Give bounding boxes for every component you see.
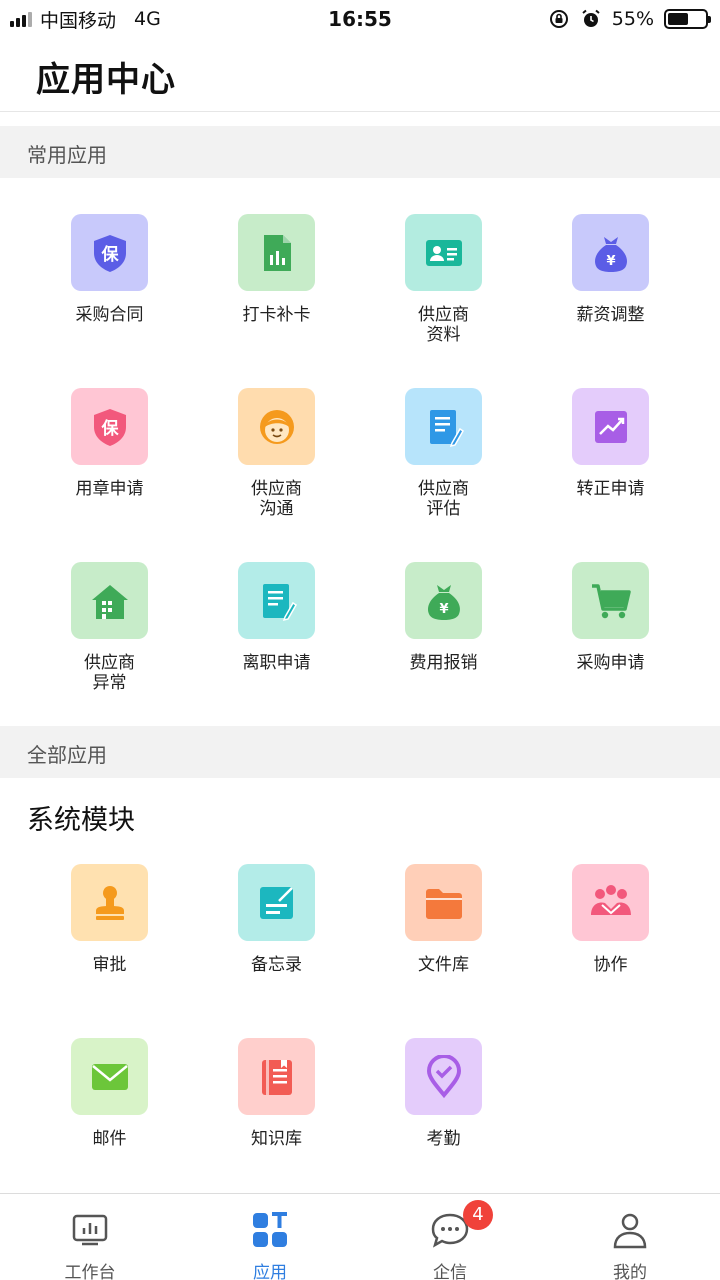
shield-bao-icon: 保: [71, 388, 148, 465]
mail-icon: [71, 1038, 148, 1115]
signal-icon: [10, 11, 32, 27]
app-tile[interactable]: 供应商 资料: [360, 178, 527, 352]
app-tile-label: 供应商 资料: [418, 305, 469, 345]
app-tile[interactable]: 协作: [527, 828, 694, 1002]
app-tile[interactable]: 知识库: [193, 1002, 360, 1176]
tab-label: 企信: [433, 1263, 467, 1280]
knowledge-book-icon: [238, 1038, 315, 1115]
money-bag-icon: ¥: [572, 214, 649, 291]
status-left: 中国移动 4G: [10, 0, 161, 38]
app-tile[interactable]: 保用章申请: [26, 352, 193, 526]
system-apps-grid: 审批 备忘录 文件库 协作邮件 知识库 考勤: [26, 828, 694, 1176]
svg-text:¥: ¥: [606, 254, 615, 269]
page-title: 应用中心: [36, 60, 176, 100]
battery-level: [668, 13, 688, 25]
network-type: 4G: [134, 8, 161, 30]
carrier-name: 中国移动: [40, 9, 117, 32]
app-tile[interactable]: 考勤: [360, 1002, 527, 1176]
building-icon: [71, 562, 148, 639]
app-tile-label: 文件库: [418, 955, 469, 975]
app-tile[interactable]: 供应商 评估: [360, 352, 527, 526]
money-bag-icon: ¥: [405, 562, 482, 639]
shopping-cart-icon: [572, 562, 649, 639]
app-tile-label: 转正申请: [576, 479, 645, 499]
customer-service-icon: [238, 388, 315, 465]
app-tile-label: 用章申请: [75, 479, 144, 499]
svg-text:¥: ¥: [439, 602, 448, 617]
app-tile[interactable]: 打卡补卡: [193, 178, 360, 352]
app-tile[interactable]: 审批: [26, 828, 193, 1002]
tab-workbench[interactable]: 工作台: [0, 1194, 180, 1280]
alarm-icon: [582, 9, 600, 27]
tab-label: 应用: [253, 1263, 287, 1280]
app-tile-label: 采购申请: [576, 653, 645, 673]
tab-user[interactable]: 我的: [540, 1194, 720, 1280]
app-tile[interactable]: 邮件: [26, 1002, 193, 1176]
section-frequent-apps: 常用应用: [0, 126, 720, 178]
memo-icon: [238, 864, 315, 941]
app-tile-label: 供应商 沟通: [251, 479, 302, 519]
app-tile-label: 打卡补卡: [242, 305, 311, 325]
id-card-icon: [405, 214, 482, 291]
app-tile-label: 审批: [92, 955, 127, 975]
tab-chat[interactable]: 企信 4: [360, 1194, 540, 1280]
document-edit-icon: [238, 562, 315, 639]
workbench-icon: [70, 1210, 110, 1250]
app-tile-label: 供应商 评估: [418, 479, 469, 519]
app-tile[interactable]: 转正申请: [527, 352, 694, 526]
app-tile-label: 供应商 异常: [84, 653, 135, 693]
bottom-tab-bar: 工作台 应用 企信 4 我的: [0, 1193, 720, 1280]
app-tile-label: 采购合同: [75, 305, 144, 325]
app-tile-label: 费用报销: [409, 653, 478, 673]
user-icon: [610, 1210, 650, 1250]
team-icon: [572, 864, 649, 941]
battery-icon: [664, 9, 711, 29]
app-tile-label: 备忘录: [251, 955, 302, 975]
stamp-icon: [71, 864, 148, 941]
status-bar: 中国移动 4G 16:55 55%: [0, 0, 720, 38]
app-tile[interactable]: 供应商 异常: [26, 526, 193, 700]
section-all-apps: 全部应用: [0, 726, 720, 778]
page-header: 应用中心: [0, 38, 720, 112]
svg-text:保: 保: [100, 244, 119, 265]
battery-percent: 55%: [611, 8, 654, 30]
app-tile[interactable]: ¥ 薪资调整: [527, 178, 694, 352]
section-title: 常用应用: [27, 143, 107, 167]
app-tile-label: 考勤: [426, 1129, 461, 1149]
unread-badge: 4: [463, 1200, 493, 1230]
app-tile[interactable]: 文件库: [360, 828, 527, 1002]
tab-label: 我的: [613, 1263, 647, 1280]
app-tile-label: 离职申请: [242, 653, 311, 673]
app-tile-label: 薪资调整: [576, 305, 645, 325]
app-tile-label: 协作: [593, 955, 628, 975]
location-check-icon: [405, 1038, 482, 1115]
app-tile-label: 知识库: [251, 1129, 302, 1149]
chart-document-icon: [238, 214, 315, 291]
app-tile[interactable]: 供应商 沟通: [193, 352, 360, 526]
shield-bao-icon: 保: [71, 214, 148, 291]
app-tile[interactable]: 保采购合同: [26, 178, 193, 352]
app-tile[interactable]: 离职申请: [193, 526, 360, 700]
app-tile-label: 邮件: [92, 1129, 127, 1149]
app-tile[interactable]: ¥ 费用报销: [360, 526, 527, 700]
rotation-lock-icon: [549, 10, 568, 28]
folder-icon: [405, 864, 482, 941]
app-tile[interactable]: 采购申请: [527, 526, 694, 700]
frequent-apps-grid: 保采购合同 打卡补卡 供应商 资料 ¥ 薪资调整保用章申请 供应商 沟通 供应商 评估 转正申…: [26, 178, 694, 700]
svg-text:保: 保: [100, 418, 119, 439]
tab-apps[interactable]: 应用: [180, 1194, 360, 1280]
document-edit-icon: [405, 388, 482, 465]
section-title: 全部应用: [27, 743, 107, 767]
apps-icon: [250, 1210, 290, 1250]
growth-chart-icon: [572, 388, 649, 465]
app-tile[interactable]: 备忘录: [193, 828, 360, 1002]
tab-label: 工作台: [64, 1263, 116, 1280]
status-right: 55%: [548, 0, 711, 38]
